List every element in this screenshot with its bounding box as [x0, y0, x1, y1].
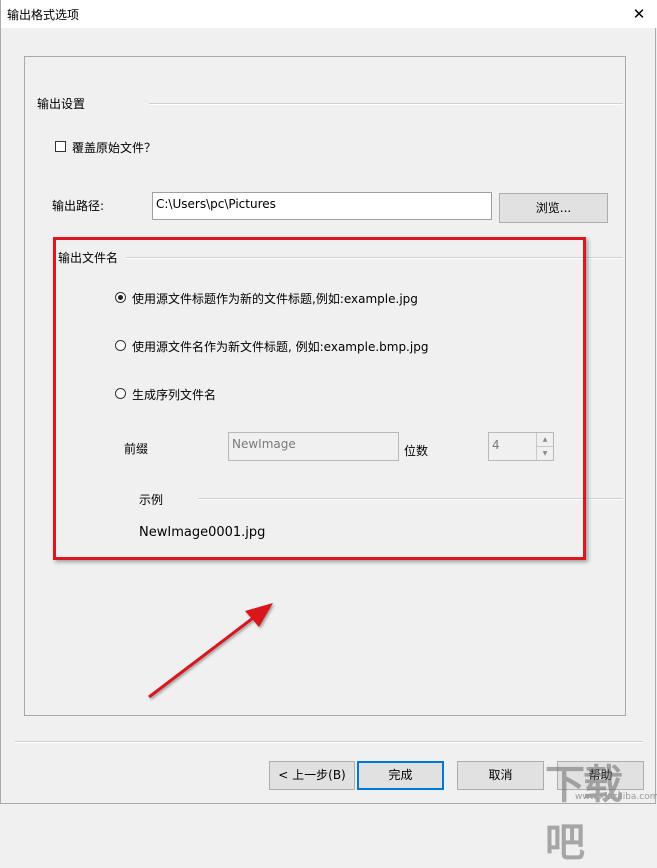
output-path-input[interactable]: C:\Users\pc\Pictures: [152, 192, 492, 220]
highlight-annotation-box: [53, 237, 586, 560]
output-path-label: 输出路径:: [52, 199, 105, 213]
overwrite-label: 覆盖原始文件？: [72, 141, 157, 155]
back-button[interactable]: < 上一步(B): [269, 761, 355, 790]
output-settings-heading: 输出设置: [37, 97, 86, 111]
close-icon[interactable]: ✕: [628, 3, 650, 25]
cancel-button[interactable]: 取消: [457, 761, 544, 790]
title-bar: 输出格式选项 ✕: [1, 0, 657, 28]
footer-divider: [15, 741, 643, 743]
browse-button[interactable]: 浏览...: [499, 193, 608, 223]
window-title: 输出格式选项: [7, 8, 80, 22]
watermark-url: www.xiazaiba.com: [575, 792, 657, 802]
output-settings-divider: [149, 103, 623, 105]
watermark-text: 下载吧: [545, 762, 623, 866]
watermark-logo: 下载吧 www.xiazaiba.com: [545, 752, 657, 866]
overwrite-checkbox[interactable]: [55, 141, 66, 152]
annotation-arrow-icon: [148, 603, 273, 699]
dialog-window: 输出格式选项 ✕ 输出设置 覆盖原始文件？ 输出路径: C:\Users\pc\…: [0, 0, 657, 866]
finish-button[interactable]: 完成: [357, 761, 444, 790]
